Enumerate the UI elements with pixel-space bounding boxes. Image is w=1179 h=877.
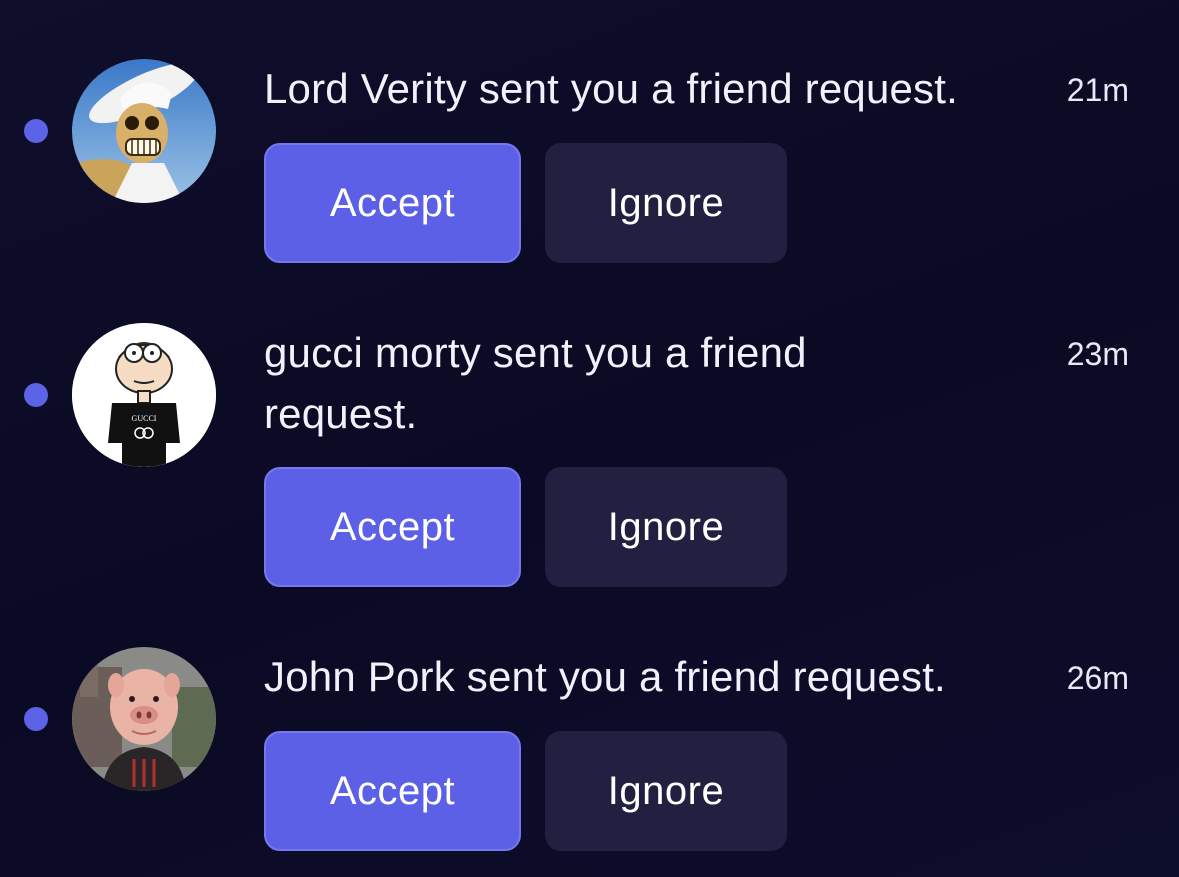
- accept-button[interactable]: Accept: [264, 467, 521, 587]
- avatar[interactable]: [72, 647, 216, 791]
- accept-button[interactable]: Accept: [264, 143, 521, 263]
- ignore-button[interactable]: Ignore: [545, 467, 787, 587]
- notification-time: 23m: [1066, 336, 1129, 372]
- unread-dot: [24, 383, 48, 407]
- notification-time: 21m: [1066, 72, 1129, 108]
- unread-dot: [24, 119, 48, 143]
- skeleton-cowboy-avatar-icon: [72, 59, 216, 203]
- shirt-brand-text: GUCCI: [132, 414, 157, 423]
- notification-list: Lord Verity sent you a friend request. 2…: [0, 0, 1179, 877]
- ignore-button[interactable]: Ignore: [545, 731, 787, 851]
- notification-time: 26m: [1066, 660, 1129, 696]
- unread-dot: [24, 707, 48, 731]
- notification-message: gucci morty sent you a friend request.: [264, 329, 807, 437]
- ignore-button[interactable]: Ignore: [545, 143, 787, 263]
- cartoon-morty-avatar-icon: GUCCI: [72, 323, 216, 467]
- avatar[interactable]: GUCCI: [72, 323, 216, 467]
- accept-button[interactable]: Accept: [264, 731, 521, 851]
- avatar[interactable]: [72, 59, 216, 203]
- pig-face-avatar-icon: [72, 647, 216, 791]
- notification-message: Lord Verity sent you a friend request.: [264, 65, 958, 112]
- notification-message: John Pork sent you a friend request.: [264, 653, 946, 700]
